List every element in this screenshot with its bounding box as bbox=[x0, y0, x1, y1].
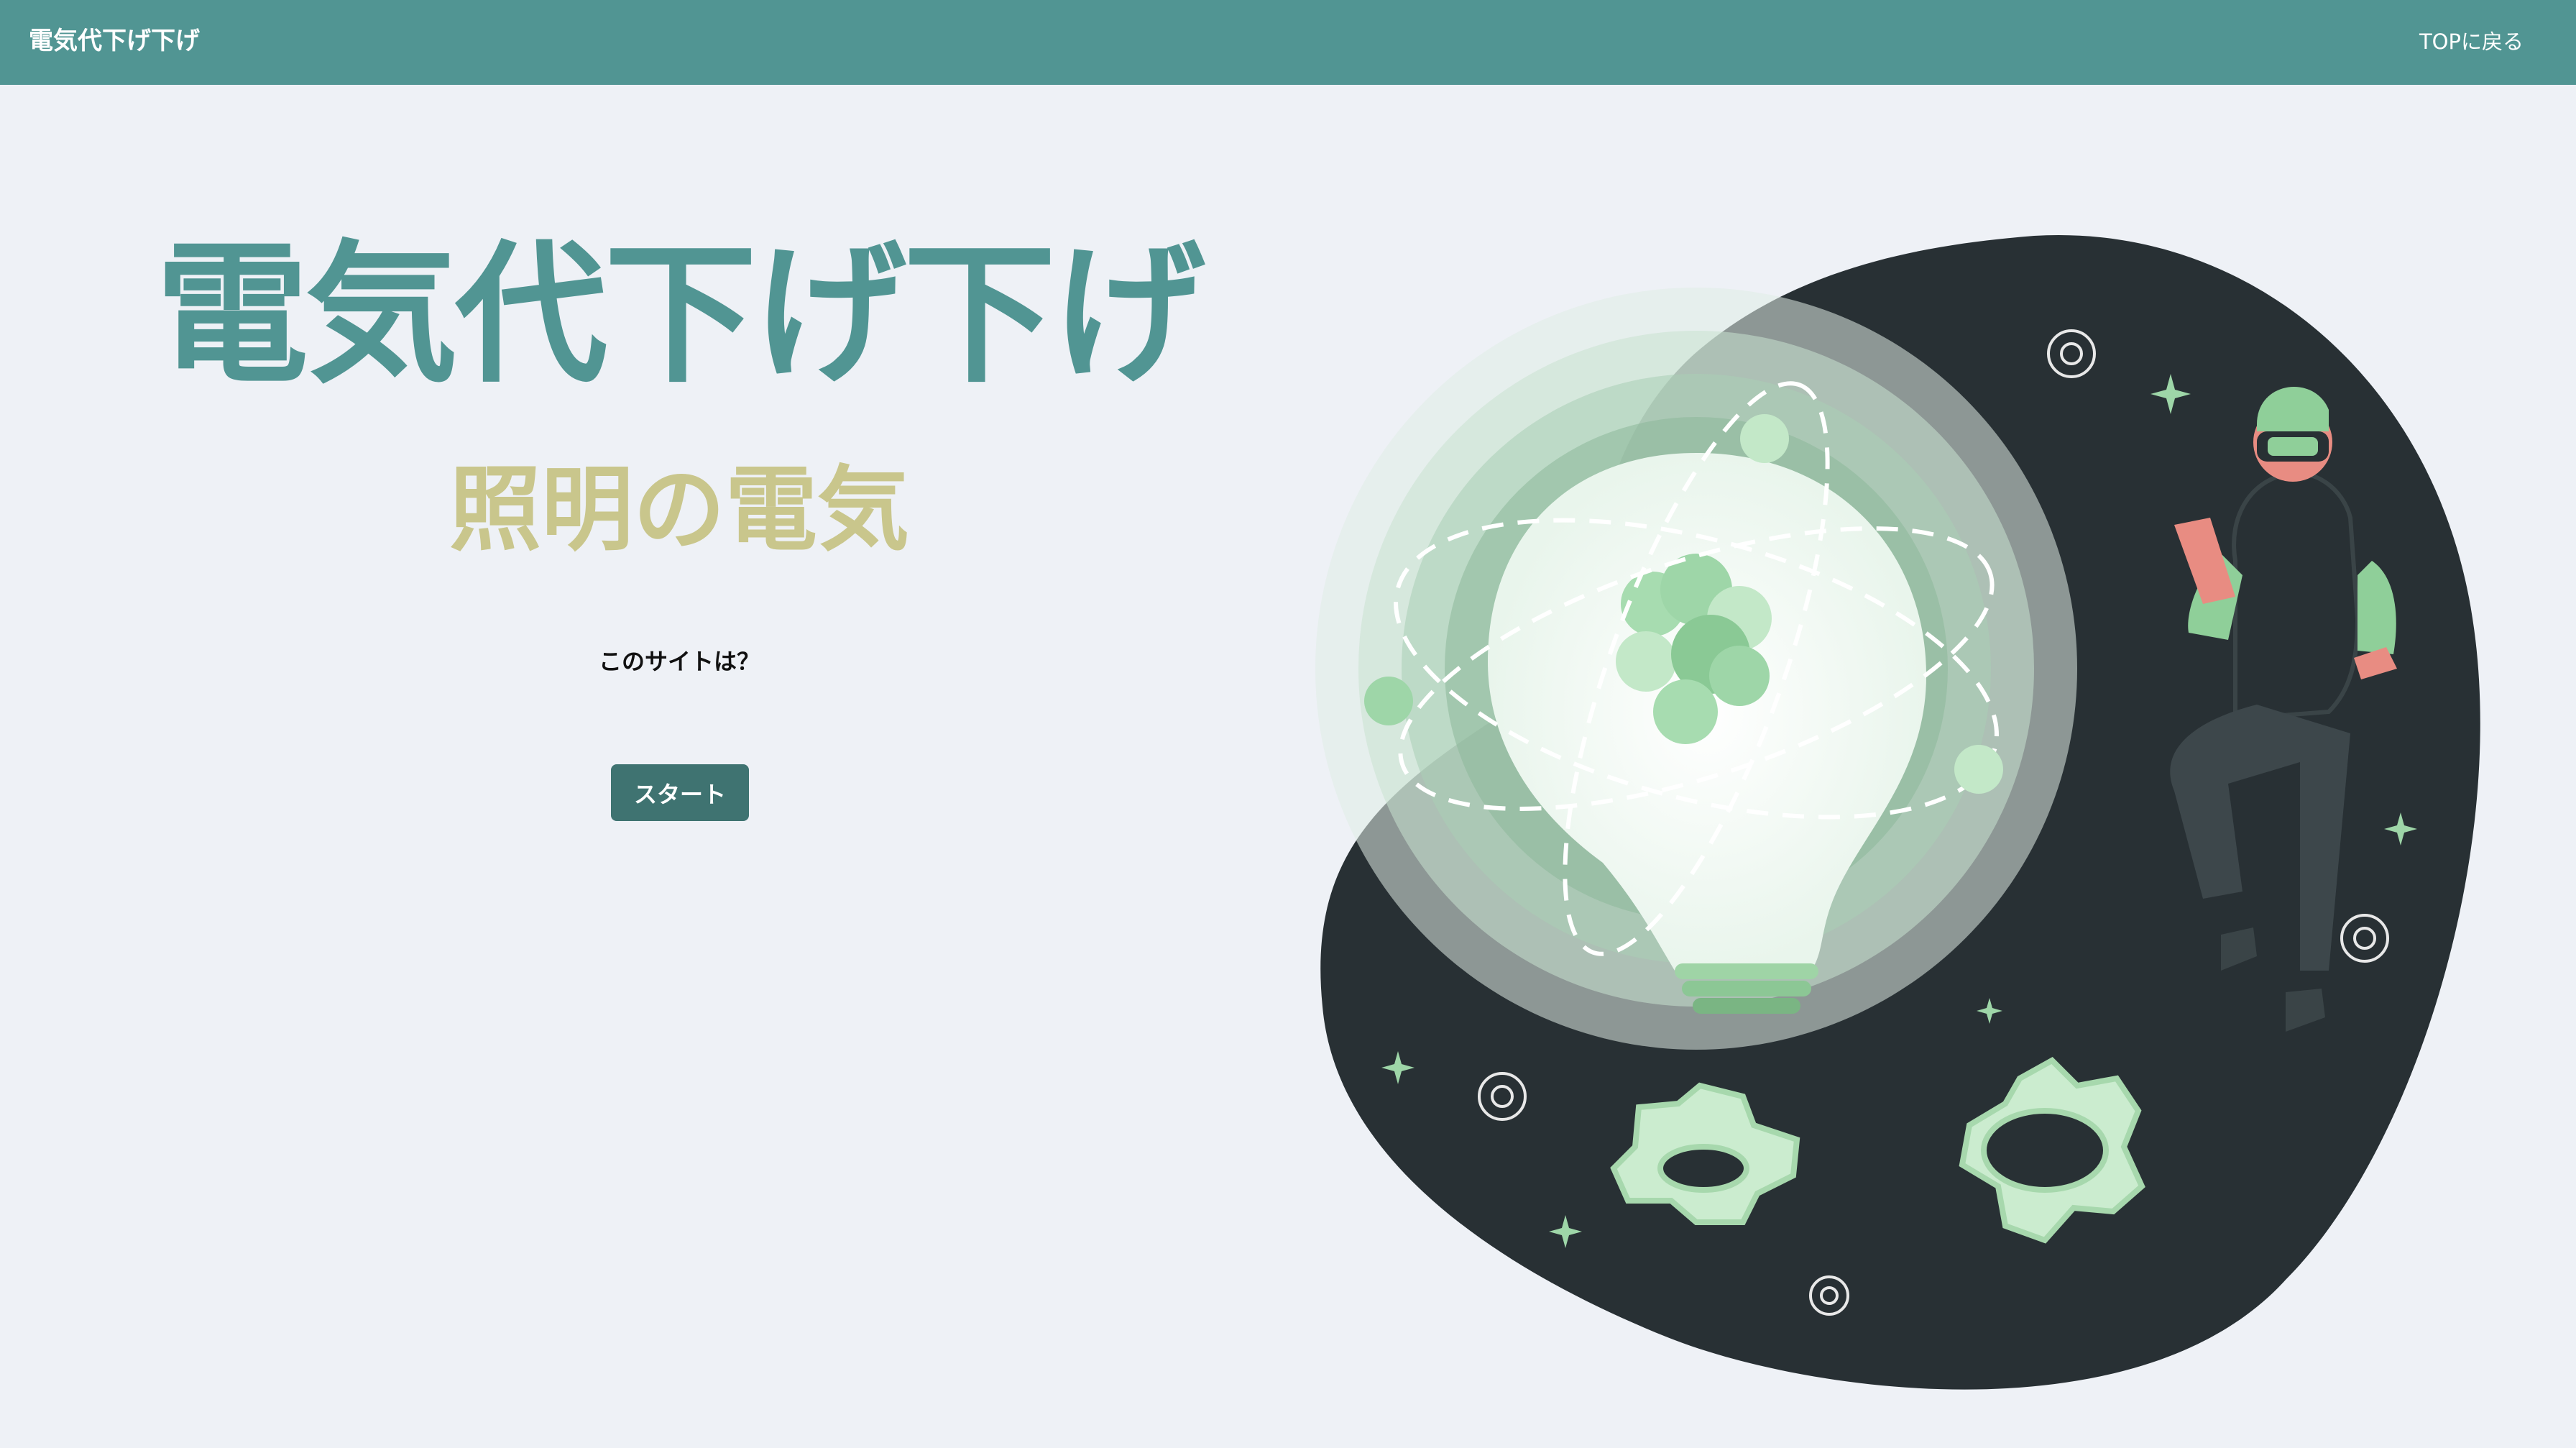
hero-subtitle: 照明の電気 bbox=[448, 457, 909, 564]
back-to-top-link[interactable]: TOPに戻る bbox=[2419, 24, 2524, 59]
electron-3 bbox=[1954, 745, 2003, 794]
electron-1 bbox=[1740, 414, 1789, 463]
brand-link[interactable]: 電気代下げ下げ bbox=[29, 23, 200, 59]
hero-illustration bbox=[1315, 234, 2480, 1390]
electron-2 bbox=[1364, 677, 1413, 725]
hero-title: 電気代下げ下げ bbox=[156, 226, 1205, 403]
top-navbar: 電気代下げ下げ TOPに戻る bbox=[0, 0, 2576, 85]
site-question: このサイトは？ bbox=[598, 648, 760, 675]
start-button[interactable]: スタート bbox=[611, 764, 749, 821]
